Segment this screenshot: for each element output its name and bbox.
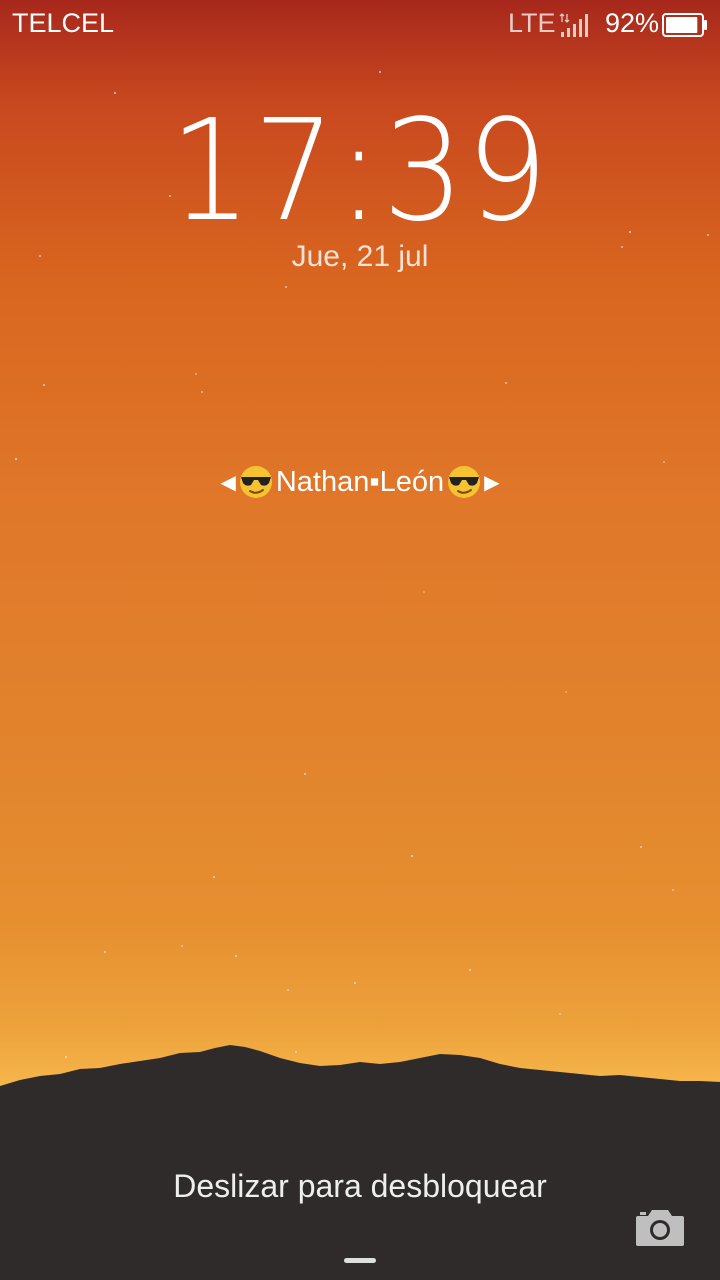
home-indicator[interactable] [344,1258,376,1263]
camera-icon[interactable] [634,1206,686,1248]
owner-info: ◀ Nathan▪León ▶ [0,460,720,504]
carrier-name: TELCEL [12,8,115,38]
sunglasses-face-icon [448,466,481,498]
right-arrow-icon: ▶ [484,470,500,494]
network-type: LTE [508,8,556,38]
lockscreen-date: Jue, 21 jul [291,240,429,273]
battery-icon [662,13,707,37]
battery-percent: 92% [605,8,660,38]
clock-time: 17:39 [169,90,551,253]
unlock-hint[interactable]: Deslizar para desbloquear [0,1168,720,1205]
lockscreen-clock: 17:39 [0,92,720,252]
owner-name: Nathan▪León [275,465,445,498]
signal-bars-icon [559,13,588,37]
mountain-silhouette [0,1045,720,1280]
sunglasses-face-icon [239,466,272,498]
status-bar: TELCEL LTE 92% [0,0,720,52]
left-arrow-icon: ◀ [220,470,236,494]
